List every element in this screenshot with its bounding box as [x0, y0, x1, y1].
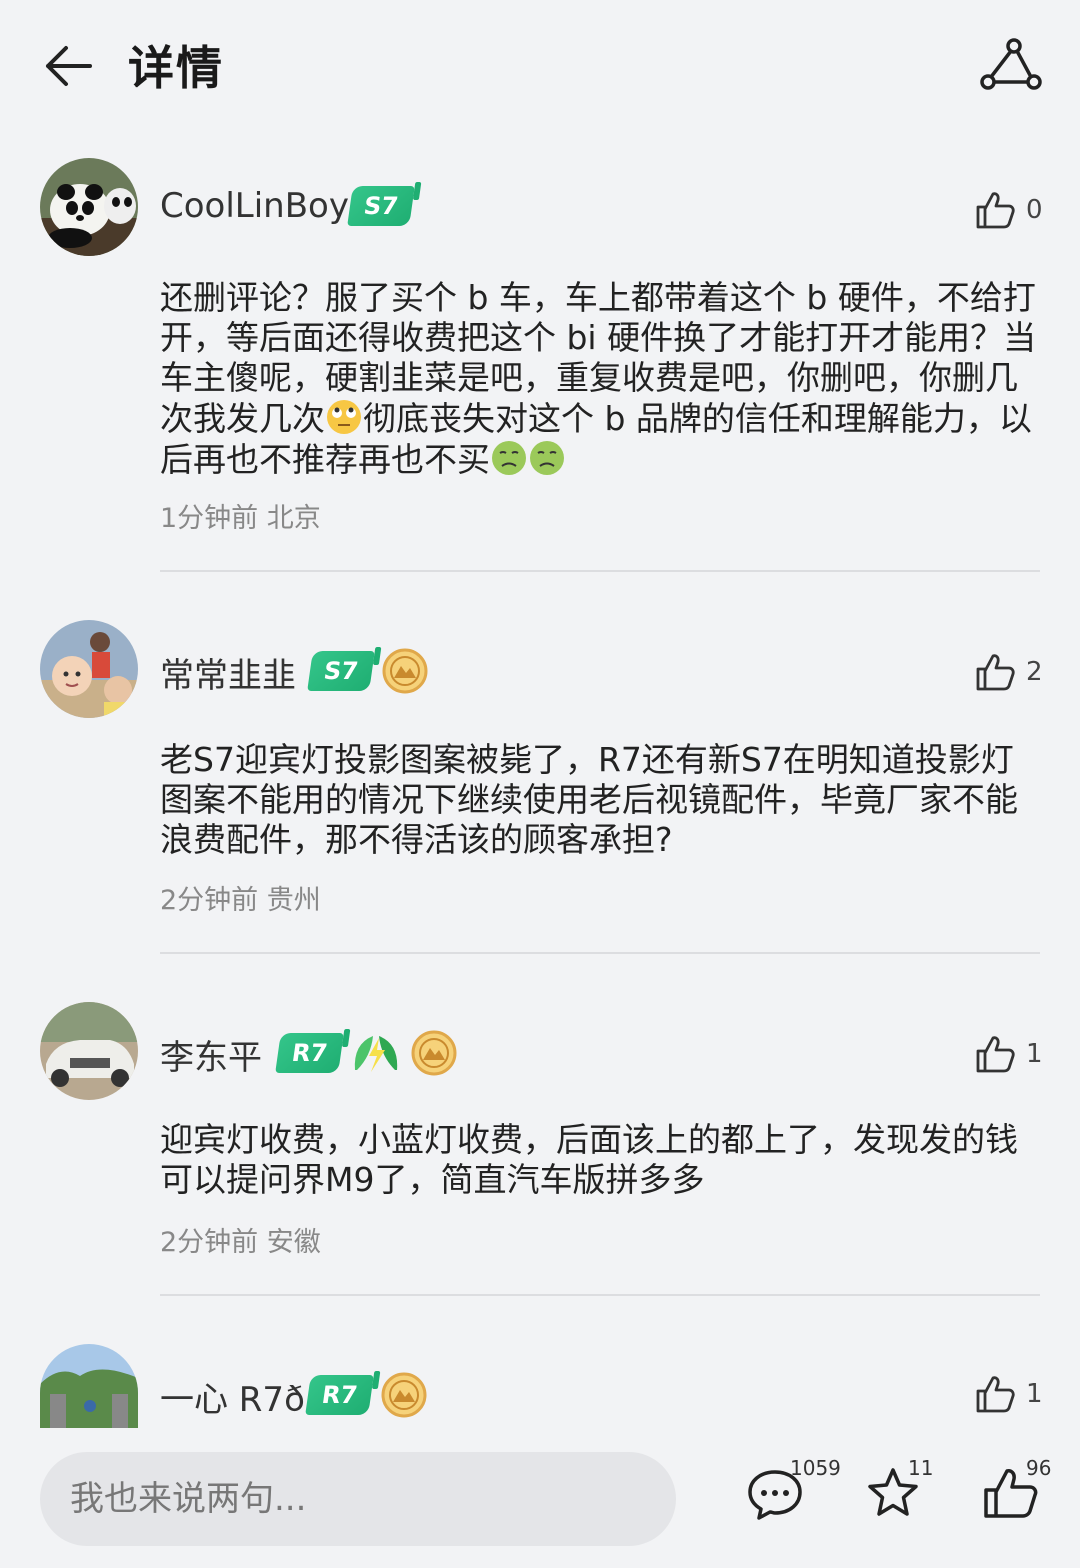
car-model-badge: R7 [275, 1033, 344, 1073]
like-button[interactable]: 1 [974, 1034, 1043, 1074]
comment-time: 2分钟前 [160, 885, 259, 916]
car-model-badge: S7 [307, 651, 375, 691]
like-button[interactable]: 0 [974, 190, 1043, 230]
eye-roll-emoji-icon [325, 398, 363, 436]
like-button[interactable]: 2 [974, 652, 1043, 692]
divider [160, 570, 1040, 572]
comment-time: 1分钟前 [160, 503, 259, 534]
username[interactable]: 李东平 [160, 1030, 262, 1079]
favorite-button[interactable]: 11 [864, 1456, 933, 1524]
comment-text: 迎宾灯收费，小蓝灯收费，后面该上的都上了，发现发的钱可以提问界M9了，简直汽车版… [160, 1120, 1018, 1199]
comment-time: 2分钟前 [160, 1227, 259, 1258]
green-energy-leaf-icon [355, 1036, 398, 1072]
comment-meta: 1分钟前 北京 [160, 496, 321, 535]
top-bar: 详情 [0, 0, 1080, 130]
car-model-badge: S7 [347, 186, 415, 226]
back-arrow-icon[interactable] [40, 38, 96, 94]
thumbs-up-icon [976, 1036, 1015, 1073]
comment-text: 还删评论？服了买个 b 车，车上都带着这个 b 硬件，不给打开，等后面还得收费把… [160, 278, 1040, 480]
like-button[interactable]: 1 [974, 1374, 1043, 1414]
avatar[interactable] [40, 1002, 138, 1100]
avatar[interactable] [40, 620, 138, 718]
medal-icon [381, 1372, 427, 1418]
like-count: 1 [1026, 1039, 1043, 1069]
username[interactable]: 一心 R7ð [160, 1372, 305, 1421]
avatar[interactable] [40, 1344, 138, 1428]
like-count: 1 [1026, 1379, 1043, 1409]
thumbs-up-icon [976, 1376, 1015, 1413]
post-like-count: 96 [1026, 1456, 1052, 1480]
comment-text: 老S7迎宾灯投影图案被毙了，R7还有新S7在明知道投影灯图案不能用的情况下继续使… [160, 740, 1018, 859]
bottom-action-bar: 我也来说两句... 1059 11 96 [0, 1428, 1080, 1568]
comment-count: 1059 [790, 1456, 841, 1480]
avatar[interactable] [40, 158, 138, 256]
comment-location: 北京 [266, 503, 321, 534]
share-icon[interactable] [980, 38, 1042, 94]
like-count: 2 [1026, 657, 1043, 687]
medal-icon [411, 1030, 457, 1076]
divider [160, 952, 1040, 954]
comment-meta: 2分钟前 贵州 [160, 878, 321, 917]
medal-icon [382, 648, 428, 694]
comment-location: 安徽 [266, 1227, 321, 1258]
car-model-badge: R7 [305, 1375, 374, 1415]
badge-row: S7 [307, 648, 428, 694]
badge-row: R7 [275, 1030, 457, 1076]
nauseated-emoji-icon [490, 439, 528, 477]
comment-button[interactable]: 1059 [746, 1456, 841, 1524]
divider [160, 1294, 1040, 1296]
comment-input[interactable]: 我也来说两句... [40, 1452, 676, 1546]
like-post-button[interactable]: 96 [982, 1456, 1051, 1524]
comment-meta: 2分钟前 安徽 [160, 1220, 321, 1259]
badge-row: R7 [305, 1372, 427, 1418]
comment-location: 贵州 [266, 885, 321, 916]
username[interactable]: 常常韭韭 [160, 648, 296, 697]
page-title: 详情 [128, 41, 224, 95]
favorite-count: 11 [908, 1456, 934, 1480]
nauseated-emoji-icon [528, 439, 566, 477]
badge-row: S7 [347, 186, 415, 226]
username[interactable]: CoolLinBoy [160, 186, 349, 226]
thumbs-up-icon [976, 654, 1015, 691]
like-count: 0 [1026, 195, 1043, 225]
thumbs-up-icon [976, 192, 1015, 229]
